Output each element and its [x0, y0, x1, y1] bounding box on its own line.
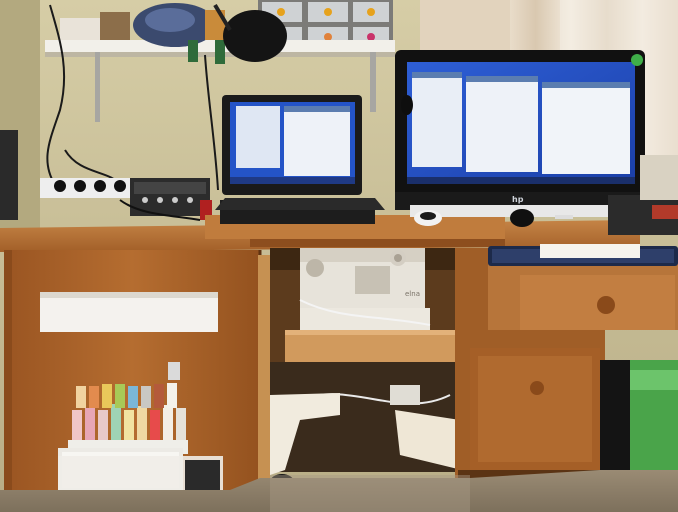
drawer-knob-top — [597, 296, 615, 314]
photo-illustration: hp elna — [0, 0, 678, 512]
hp-logo: hp — [512, 195, 524, 204]
laptop-keyboard — [215, 198, 385, 210]
drawer-knob-bottom — [530, 381, 544, 395]
desk-lamp — [223, 10, 287, 62]
elna-logo: elna — [405, 290, 420, 298]
paper-note — [540, 244, 640, 258]
photo-scene: hp elna — [0, 0, 678, 512]
